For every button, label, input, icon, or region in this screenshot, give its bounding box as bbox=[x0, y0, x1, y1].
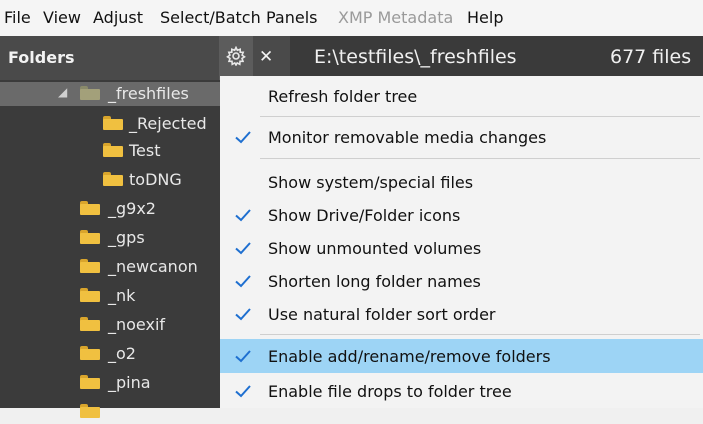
menu-item-enable-file-drops[interactable]: Enable file drops to folder tree bbox=[220, 374, 703, 408]
menu-item-refresh-folder-tree[interactable]: Refresh folder tree bbox=[220, 79, 703, 113]
tree-item-label: Test bbox=[129, 141, 161, 160]
menu-separator bbox=[260, 158, 700, 159]
tree-item-label: _gps bbox=[108, 228, 145, 247]
menu-item-label: Enable file drops to folder tree bbox=[268, 382, 512, 401]
folder-icon bbox=[80, 86, 100, 100]
tree-item-label: _freshfiles bbox=[108, 84, 189, 103]
check-icon bbox=[235, 131, 251, 144]
menu-panels[interactable]: Panels bbox=[266, 8, 318, 27]
tree-item-label: _Rejected bbox=[129, 114, 207, 133]
menu-item-show-unmounted-volumes[interactable]: Show unmounted volumes bbox=[220, 231, 703, 265]
menu-separator bbox=[260, 116, 700, 117]
folder-icon bbox=[80, 259, 100, 273]
tree-item-label: _g9x2 bbox=[108, 199, 156, 218]
menu-select-batch[interactable]: Select/Batch bbox=[160, 8, 261, 27]
check-icon bbox=[235, 385, 251, 398]
menu-adjust[interactable]: Adjust bbox=[93, 8, 143, 27]
check-icon bbox=[235, 275, 251, 288]
menu-item-show-drive-folder-icons[interactable]: Show Drive/Folder icons bbox=[220, 198, 703, 232]
tree-item-label: _newcanon bbox=[108, 257, 198, 276]
menu-item-enable-add-rename-remove[interactable]: Enable add/rename/remove folders bbox=[220, 339, 703, 373]
menu-item-shorten-folder-names[interactable]: Shorten long folder names bbox=[220, 264, 703, 298]
tree-item-pina[interactable]: _pina bbox=[0, 371, 220, 395]
menu-item-label: Show system/special files bbox=[268, 173, 474, 192]
tree-item-gps[interactable]: _gps bbox=[0, 226, 220, 250]
tree-item-label: toDNG bbox=[129, 170, 182, 189]
menu-item-show-system-files[interactable]: Show system/special files bbox=[220, 165, 703, 199]
path-bar: E:\testfiles\_freshfiles 677 files bbox=[290, 36, 703, 80]
check-icon bbox=[235, 242, 251, 255]
check-icon bbox=[235, 308, 251, 321]
tree-item-o2[interactable]: _o2 bbox=[0, 342, 220, 366]
tree-item-todng[interactable]: toDNG bbox=[0, 168, 220, 192]
file-count: 677 files bbox=[610, 46, 692, 68]
menu-separator bbox=[260, 334, 700, 335]
folder-icon bbox=[80, 230, 100, 244]
menu-item-label: Refresh folder tree bbox=[268, 87, 418, 106]
menu-item-label: Use natural folder sort order bbox=[268, 305, 496, 324]
tree-item-rejected[interactable]: _Rejected bbox=[0, 112, 220, 136]
folder-icon bbox=[103, 143, 123, 157]
folder-icon bbox=[80, 317, 100, 331]
close-icon[interactable]: ✕ bbox=[259, 47, 273, 67]
menu-bar: File View Adjust Select/Batch Panels XMP… bbox=[0, 0, 703, 36]
folder-icon bbox=[80, 404, 100, 418]
menu-file[interactable]: File bbox=[4, 8, 31, 27]
tree-item-label: _o2 bbox=[108, 344, 136, 363]
check-icon bbox=[235, 209, 251, 222]
menu-item-label: Show unmounted volumes bbox=[268, 239, 482, 258]
tree-item-label: _nk bbox=[108, 286, 136, 305]
menu-item-label: Monitor removable media changes bbox=[268, 128, 547, 147]
folder-icon bbox=[103, 172, 123, 186]
tree-item-g9x2[interactable]: _g9x2 bbox=[0, 197, 220, 221]
folder-icon bbox=[80, 346, 100, 360]
folder-icon bbox=[80, 201, 100, 215]
tree-item-newcanon[interactable]: _newcanon bbox=[0, 255, 220, 279]
folder-icon bbox=[80, 375, 100, 389]
folder-icon bbox=[103, 116, 123, 130]
tree-item-partial[interactable] bbox=[0, 400, 220, 424]
tree-item-label: _noexif bbox=[108, 315, 166, 334]
check-icon bbox=[235, 350, 251, 363]
menu-item-label: Shorten long folder names bbox=[268, 272, 481, 291]
menu-help[interactable]: Help bbox=[467, 8, 503, 27]
menu-view[interactable]: View bbox=[43, 8, 81, 27]
tree-item-freshfiles[interactable]: ◢ _freshfiles bbox=[0, 82, 220, 106]
tree-item-test[interactable]: Test bbox=[0, 139, 220, 163]
folders-panel-header: Folders ✕ bbox=[0, 36, 290, 80]
tree-item-noexif[interactable]: _noexif bbox=[0, 313, 220, 337]
folder-icon bbox=[80, 288, 100, 302]
panel-title: Folders bbox=[8, 48, 75, 67]
menu-item-monitor-removable-media[interactable]: Monitor removable media changes bbox=[220, 120, 703, 154]
menu-item-natural-sort-order[interactable]: Use natural folder sort order bbox=[220, 297, 703, 331]
gear-icon[interactable] bbox=[219, 36, 253, 80]
folder-tree: ◢ _freshfiles _Rejected Test toDNG _g9x2… bbox=[0, 80, 220, 418]
expand-arrow-icon[interactable]: ◢ bbox=[58, 85, 67, 99]
menu-item-label: Enable add/rename/remove folders bbox=[268, 347, 551, 366]
tree-item-nk[interactable]: _nk bbox=[0, 284, 220, 308]
tree-item-label: _pina bbox=[108, 373, 151, 392]
current-path: E:\testfiles\_freshfiles bbox=[314, 46, 517, 68]
menu-item-label: Show Drive/Folder icons bbox=[268, 206, 461, 225]
menu-xmp-metadata: XMP Metadata bbox=[338, 8, 454, 27]
folder-options-menu: Refresh folder tree Monitor removable me… bbox=[220, 76, 703, 408]
